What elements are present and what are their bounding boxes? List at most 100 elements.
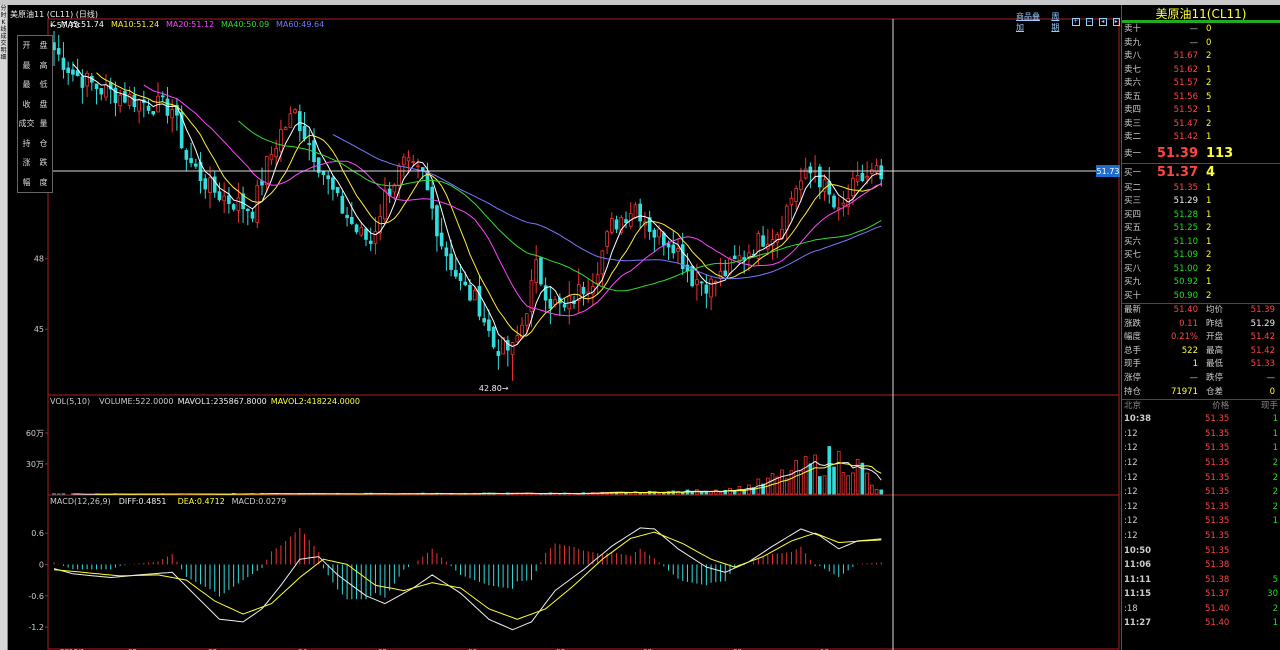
candle-body	[453, 270, 458, 277]
tick-row[interactable]: :12 51.35 1	[1122, 427, 1280, 442]
candle-body	[288, 113, 293, 129]
chart-canvas[interactable]: K MA5:51.74 MA10:51.24 MA20:51.12 MA40:50.09…	[8, 5, 1120, 650]
candle-body	[184, 150, 189, 160]
zoom-in-icon[interactable]: +	[1072, 18, 1080, 26]
tick-row[interactable]: 10:50 51.35	[1122, 544, 1280, 559]
order-book-row: 卖十 —0	[1124, 24, 1212, 34]
candle-body	[113, 87, 118, 104]
candle-body	[562, 304, 567, 308]
volume-bar	[709, 491, 713, 495]
candle-body	[170, 109, 175, 119]
tick-row[interactable]: :12 51.35 2	[1122, 456, 1280, 471]
candle-body	[851, 177, 855, 197]
left-tab-char[interactable]: 明	[0, 47, 7, 54]
volume-bar	[794, 459, 798, 495]
candle-body	[709, 278, 713, 298]
volume-bar	[808, 463, 813, 495]
candle-body	[458, 273, 463, 282]
candle-body	[605, 231, 609, 247]
macd-panel-border	[47, 494, 1120, 650]
macd-legend-1: DIFF:0.4851	[119, 497, 167, 506]
candle-body	[803, 168, 808, 179]
vol-tick-label: 60万	[26, 429, 44, 438]
left-tab-char[interactable]: 交	[0, 40, 7, 47]
period-button[interactable]: 周期	[1051, 11, 1066, 33]
left-tab-strip[interactable]: 分时K线成交明细	[0, 5, 8, 650]
ma-legend-4: MA40:50.09	[221, 20, 269, 29]
right-arrow-icon[interactable]: ▸	[1112, 18, 1120, 26]
candle-body	[208, 177, 212, 193]
order-book-row: 卖六 51.57 2	[1124, 78, 1212, 88]
candle-body	[302, 125, 307, 140]
left-arrow-icon[interactable]: ◂	[1099, 18, 1107, 26]
high-marker: ←57.70	[50, 21, 80, 30]
tick-row[interactable]: :12 51.35 2	[1122, 485, 1280, 500]
candle-body	[137, 99, 141, 112]
order-book-row: 买一 51.37 4	[1124, 164, 1216, 180]
candle-body	[794, 188, 798, 202]
left-tab-char[interactable]: K	[0, 19, 7, 26]
left-tab-char[interactable]: 分	[0, 5, 7, 12]
candle-body	[524, 313, 529, 326]
candle-body	[534, 259, 538, 283]
volume-bar	[803, 456, 808, 495]
candle-body	[189, 158, 193, 164]
kline-chart-area[interactable]: K MA5:51.74 MA10:51.24 MA20:51.12 MA40:50.09…	[8, 5, 1120, 650]
legend-row: 收盘	[22, 99, 48, 109]
tick-row[interactable]: 11:11 51.38 5	[1122, 573, 1280, 588]
candle-body	[411, 161, 416, 163]
stat-row: 总手 522 最高 51.42	[1124, 345, 1275, 356]
volume-bar	[818, 476, 822, 495]
tick-row[interactable]: :12 51.35 2	[1122, 471, 1280, 486]
left-tab-char[interactable]: 线	[0, 26, 7, 33]
quote-panel: 美原油11(CL11) 卖十 —0 卖九 —0 卖八 51.67 2 卖七 51.62 1 卖六 51…	[1121, 5, 1280, 650]
candle-body	[373, 231, 378, 244]
order-book-row: 卖一 51.39 113	[1124, 145, 1234, 161]
dea-line	[53, 531, 882, 620]
price-info-legend: 开盘最高最低收盘成交量持仓涨跌幅度	[17, 35, 53, 193]
candle-body	[269, 153, 274, 161]
candle-body	[841, 202, 846, 206]
overlay-button[interactable]: 商品叠加	[1016, 11, 1045, 33]
tick-row[interactable]: 10:38 51.35 1	[1122, 412, 1280, 427]
tick-row[interactable]: 11:15 51.37 30	[1122, 587, 1280, 602]
candle-body	[463, 281, 468, 286]
candle-body	[610, 218, 614, 233]
left-tab-char[interactable]: 成	[0, 33, 7, 40]
volume-bar	[822, 475, 827, 495]
price-tick-label: 48	[34, 255, 44, 264]
candle-body	[222, 195, 227, 202]
tick-row[interactable]: :12 51.35	[1122, 529, 1280, 544]
window-title: 美原油11 (CL11) (日线)	[10, 9, 98, 19]
tick-list[interactable]: 10:38 51.35 1:12 51.35 1:12 51.35 1:12 51.35 2:1…	[1122, 412, 1280, 631]
candle-body	[160, 95, 165, 98]
order-book-row: 卖三 51.47 2	[1124, 118, 1212, 129]
candle-body	[123, 91, 127, 103]
tick-row[interactable]: 11:06 51.38	[1122, 558, 1280, 573]
bid-list: 买二 51.35 1 买三 51.29 1 买四 51.28 1 买五 51.25 2 买六 51.10 1…	[1122, 182, 1280, 304]
left-tab-char[interactable]: 时	[0, 12, 7, 19]
stat-row: 涨跌 0.11 昨结 51.29	[1124, 318, 1275, 329]
order-book-row: 买三 51.29 1	[1124, 196, 1212, 206]
vol-tick-label: 30万	[26, 460, 44, 469]
crosshair-value: 51.73	[1097, 167, 1120, 176]
candle-body	[662, 232, 666, 246]
tick-row[interactable]: :12 51.35 2	[1122, 500, 1280, 515]
candle-body	[368, 240, 373, 244]
tick-row[interactable]: 11:27 51.40 1	[1122, 616, 1280, 631]
order-book-row: 卖八 51.67 2	[1124, 51, 1212, 61]
candle-body	[472, 290, 477, 301]
candle-body	[799, 180, 803, 190]
vol-legend-1: VOLUME:522.0000	[99, 397, 173, 406]
tick-row[interactable]: :18 51.40 2	[1122, 602, 1280, 617]
candle-body	[491, 326, 496, 348]
stat-row: 现手 1 最低 51.33	[1124, 359, 1275, 370]
candle-body	[236, 197, 241, 211]
tick-row[interactable]: :12 51.35 1	[1122, 514, 1280, 529]
zoom-out-icon[interactable]: −	[1085, 18, 1093, 26]
tick-row[interactable]: :12 51.35 1	[1122, 441, 1280, 456]
volume-bar	[846, 475, 850, 495]
left-tab-char[interactable]: 细	[0, 54, 7, 61]
candle-body	[671, 244, 676, 254]
best-bid-row: 买一 51.37 4	[1122, 164, 1280, 182]
